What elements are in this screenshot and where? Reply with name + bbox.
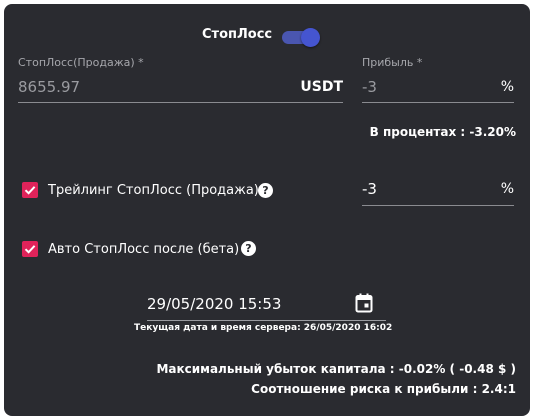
profit-percent-suffix: % xyxy=(500,79,514,95)
profit-underline xyxy=(362,102,514,103)
trailing-label: Трейлинг СтопЛосс (Продажа) xyxy=(48,183,259,198)
percent-note: В процентах : -3.20% xyxy=(369,125,516,139)
server-time-note: Текущая дата и время сервера: 26/05/2020… xyxy=(134,323,393,333)
trailing-checkbox[interactable] xyxy=(22,182,38,198)
profit-field-label: Прибыль * xyxy=(362,56,423,69)
auto-checkbox[interactable] xyxy=(22,241,38,257)
auto-label: Авто СтопЛосс после (бета) xyxy=(48,242,240,257)
trailing-input[interactable]: -3 % xyxy=(362,176,514,206)
stoploss-input[interactable]: 8655.97 USDT xyxy=(18,74,343,103)
risk-ratio-text: Соотношение риска к прибыли : 2.4:1 xyxy=(251,382,516,396)
stoploss-value: 8655.97 xyxy=(18,78,81,96)
datetime-value: 29/05/2020 15:53 xyxy=(147,295,282,313)
stoploss-currency: USDT xyxy=(300,79,343,95)
trailing-value: -3 xyxy=(362,180,377,198)
check-icon xyxy=(24,245,36,254)
max-loss-text: Максимальный убыток капитала : -0.02% ( … xyxy=(156,362,516,376)
toggle-knob xyxy=(301,28,320,47)
stoploss-field-label: СтопЛосс(Продажа) * xyxy=(18,56,144,69)
auto-help-icon[interactable]: ? xyxy=(241,241,256,256)
profit-input[interactable]: -3 % xyxy=(362,74,514,103)
datetime-underline xyxy=(147,320,386,321)
datetime-input[interactable]: 29/05/2020 15:53 xyxy=(147,291,386,321)
stoploss-panel: СтопЛосс СтопЛосс(Продажа) * 8655.97 USD… xyxy=(4,4,530,416)
trailing-help-icon[interactable]: ? xyxy=(258,183,273,198)
trailing-percent-suffix: % xyxy=(500,181,514,197)
profit-value: -3 xyxy=(362,78,377,96)
stoploss-toggle[interactable] xyxy=(280,28,320,47)
trailing-underline xyxy=(362,205,514,206)
calendar-icon[interactable] xyxy=(355,293,373,313)
stoploss-toggle-label: СтопЛосс xyxy=(202,27,273,42)
check-icon xyxy=(24,186,36,195)
stoploss-underline xyxy=(18,102,343,103)
